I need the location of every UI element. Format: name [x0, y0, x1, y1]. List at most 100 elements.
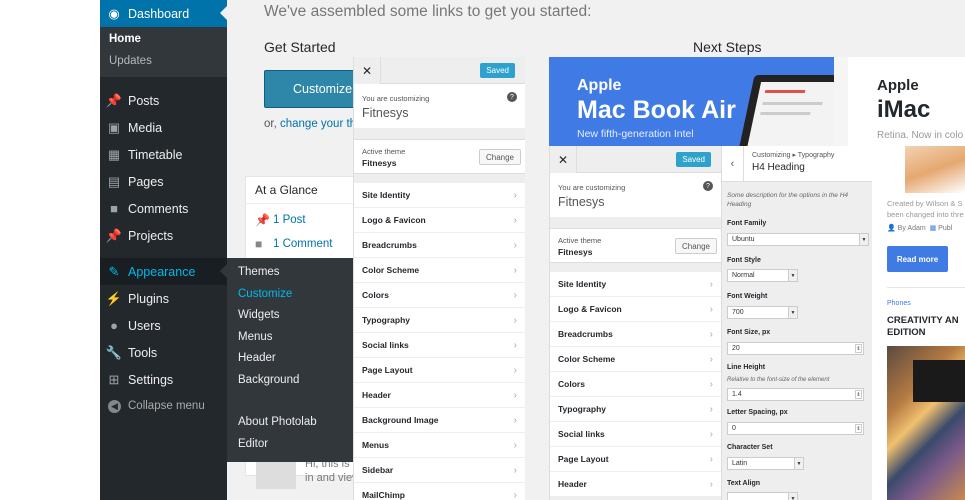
close-icon[interactable]: ✕	[550, 146, 577, 173]
font-size-input[interactable]: 20 ⇕	[727, 342, 864, 355]
section-menus[interactable]: Menus ›	[354, 433, 525, 458]
chevron-right-icon: ›	[709, 428, 713, 440]
section-social-links[interactable]: Social links ›	[354, 333, 525, 358]
section-logo-favicon[interactable]: Logo & Favicon ›	[550, 297, 721, 322]
stepper-icon[interactable]: ⇕	[855, 424, 862, 433]
section-sidebar[interactable]: Sidebar ›	[354, 458, 525, 483]
menu-pages[interactable]: ▤ Pages	[100, 168, 227, 195]
site-name: Fitnesys	[362, 106, 409, 120]
post-photo	[887, 346, 965, 500]
preview-banner-macbook[interactable]: Apple Mac Book Air New fifth-generation …	[549, 57, 834, 146]
submenu-updates[interactable]: Updates	[109, 55, 152, 67]
section-page-layout[interactable]: Page Layout ›	[354, 358, 525, 383]
read-more-button[interactable]: Read more	[887, 246, 948, 272]
section-color-scheme[interactable]: Color Scheme ›	[354, 258, 525, 283]
flyout-header[interactable]: Header	[238, 352, 276, 364]
author-label[interactable]: By Adam	[898, 225, 926, 232]
section-label: Typography	[558, 404, 607, 414]
change-theme-button[interactable]: Change	[674, 238, 717, 254]
menu-label: Tools	[128, 345, 158, 360]
letter-spacing-input[interactable]: 0 ⇕	[727, 422, 864, 435]
section-label: Site Identity	[362, 190, 411, 200]
settings-icon: ⊞	[108, 371, 120, 387]
typography-header: ‹ Customizing ▸ Typography H4 Heading	[722, 146, 872, 182]
submenu-home[interactable]: Home	[109, 33, 141, 45]
section-header[interactable]: Header ›	[354, 383, 525, 408]
flyout-themes[interactable]: Themes	[238, 266, 280, 278]
pin-icon: 📌	[105, 227, 123, 243]
pages-icon: ▤	[107, 173, 121, 189]
character-set-select[interactable]: Latin ▼	[727, 457, 804, 470]
chevron-right-icon: ›	[513, 464, 517, 476]
post-category[interactable]: Phones	[887, 300, 911, 307]
chevron-right-icon: ›	[513, 189, 517, 201]
section-colors[interactable]: Colors ›	[550, 372, 721, 397]
flyout-about-photolab[interactable]: About Photolab	[238, 416, 317, 428]
change-theme-button[interactable]: Change	[478, 149, 521, 165]
line-height-input[interactable]: 1.4 ⇕	[727, 388, 864, 401]
back-icon[interactable]: ‹	[722, 146, 744, 182]
stepper-icon[interactable]: ⇕	[855, 390, 862, 399]
text-align-label: Text Align	[727, 480, 761, 487]
line-height-hint: Relative to the font-size of the element	[727, 377, 830, 383]
post-headline[interactable]: CREATIVITY AN EDITION	[887, 315, 965, 339]
glance-comments-link[interactable]: ■ 1 Comment	[255, 237, 332, 251]
flyout-widgets[interactable]: Widgets	[238, 309, 280, 321]
section-site-identity[interactable]: Site Identity ›	[354, 183, 525, 208]
help-icon[interactable]: ?	[703, 181, 713, 191]
calendar-icon: ▦	[929, 225, 937, 232]
saved-button[interactable]: Saved	[676, 152, 711, 167]
pin-icon: 📌	[105, 92, 123, 108]
typography-panel: ‹ Customizing ▸ Typography H4 Heading So…	[721, 146, 872, 500]
section-typography[interactable]: Typography ›	[550, 397, 721, 422]
section-background-image[interactable]: Background Image ›	[354, 408, 525, 433]
change-theme-link[interactable]: change your the	[280, 118, 362, 130]
menu-appearance[interactable]: ✎ Appearance	[100, 258, 227, 285]
stepper-icon[interactable]: ⇕	[855, 344, 862, 353]
glance-posts-link[interactable]: 📌 1 Post	[255, 213, 306, 227]
section-logo-favicon[interactable]: Logo & Favicon ›	[354, 208, 525, 233]
menu-users[interactable]: ● Users	[100, 312, 227, 339]
flyout-background[interactable]: Background	[238, 374, 299, 386]
font-family-select[interactable]: Ubuntu ▼	[727, 233, 869, 246]
section-typography[interactable]: Typography ›	[354, 308, 525, 333]
section-colors[interactable]: Colors ›	[354, 283, 525, 308]
close-icon[interactable]: ✕	[354, 57, 381, 84]
menu-settings[interactable]: ⊞ Settings	[100, 366, 227, 393]
menu-dashboard[interactable]: ◉ Dashboard	[100, 0, 227, 27]
section-header[interactable]: Header ›	[550, 472, 721, 497]
font-weight-label: Font Weight	[727, 293, 768, 300]
customizer-info: You are customizing Fitnesys ?	[354, 84, 525, 128]
menu-tools[interactable]: 🔧 Tools	[100, 339, 227, 366]
help-icon[interactable]: ?	[507, 92, 517, 102]
menu-projects[interactable]: 📌 Projects	[100, 222, 227, 249]
section-color-scheme[interactable]: Color Scheme ›	[550, 347, 721, 372]
menu-timetable[interactable]: ▦ Timetable	[100, 141, 227, 168]
section-breadcrumbs[interactable]: Breadcrumbs ›	[354, 233, 525, 258]
menu-label: Appearance	[128, 264, 196, 279]
section-social-links[interactable]: Social links ›	[550, 422, 721, 447]
active-theme-label: Active theme	[362, 147, 406, 156]
post-byline: 👤 By Adam ▦ Publ	[887, 224, 952, 232]
flyout-menus[interactable]: Menus	[238, 331, 273, 343]
collapse-menu-button[interactable]: ◀ Collapse menu	[100, 395, 205, 417]
section-page-layout[interactable]: Page Layout ›	[550, 447, 721, 472]
menu-posts[interactable]: 📌 Posts	[100, 87, 227, 114]
section-mailchimp[interactable]: MailChimp ›	[354, 483, 525, 500]
saved-button[interactable]: Saved	[480, 63, 515, 78]
menu-plugins[interactable]: ⚡ Plugins	[100, 285, 227, 312]
menu-comments[interactable]: ■ Comments	[100, 195, 227, 222]
customize-site-button[interactable]: Customize Y	[264, 70, 364, 108]
font-style-select[interactable]: Normal ▼	[727, 269, 798, 282]
banner-tagline: New fifth-generation Intel	[577, 128, 694, 140]
menu-media[interactable]: ▣ Media	[100, 114, 227, 141]
section-breadcrumbs[interactable]: Breadcrumbs ›	[550, 322, 721, 347]
font-weight-select[interactable]: 700 ▼	[727, 306, 798, 319]
text-align-select[interactable]: ▼	[727, 492, 798, 500]
flyout-customize[interactable]: Customize	[238, 288, 292, 300]
section-site-identity[interactable]: Site Identity ›	[550, 272, 721, 297]
post-meta: Created by Wilson & S been changed into t…	[887, 198, 964, 220]
font-family-label: Font Family	[727, 220, 767, 227]
section-label: Breadcrumbs	[362, 240, 417, 250]
flyout-editor[interactable]: Editor	[238, 438, 268, 450]
